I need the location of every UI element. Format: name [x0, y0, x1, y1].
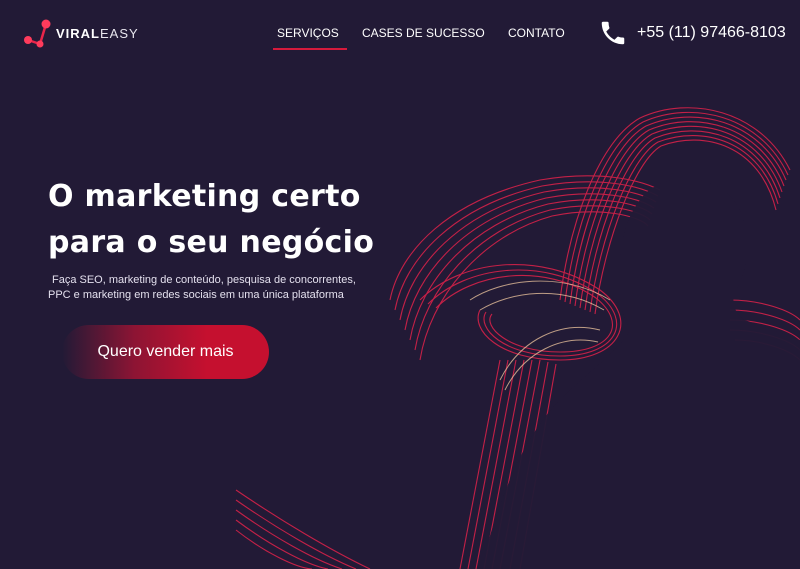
- nav-item-cases-de-sucesso[interactable]: CASES DE SUCESSO: [362, 26, 485, 40]
- nav-item-servicos[interactable]: SERVIÇOS: [273, 26, 347, 50]
- hero-subtitle: Faça SEO, marketing de conteúdo, pesquis…: [48, 273, 388, 303]
- phone-icon: [601, 21, 625, 45]
- silhouette-shape: [480, 178, 800, 569]
- hero-subtitle-line-1: Faça SEO, marketing de conteúdo, pesquis…: [52, 274, 356, 286]
- brand-logo[interactable]: VIRALEASY: [20, 16, 139, 50]
- hero-title-line-2: para o seu negócio: [48, 225, 375, 260]
- site-header: VIRALEASY SERVIÇOS CASES DE SUCESSO CONT…: [0, 0, 800, 66]
- brand-name-light: EASY: [100, 25, 139, 41]
- logo-molecule-icon: [24, 19, 51, 48]
- hero-title-line-1: O marketing certo: [48, 179, 361, 214]
- brand-name: VIRALEASY: [56, 26, 139, 41]
- cta-button[interactable]: Quero vender mais: [62, 325, 269, 379]
- phone-number: +55 (11) 97466-8103: [637, 24, 786, 41]
- brand-name-bold: VIRAL: [56, 25, 100, 41]
- nav-item-contato[interactable]: CONTATO: [508, 26, 565, 40]
- hero-title: O marketing certo para o seu negócio: [48, 174, 428, 266]
- phone-contact[interactable]: +55 (11) 97466-8103: [598, 18, 786, 48]
- hero-subtitle-line-2: PPC e marketing em redes sociais em uma …: [48, 289, 344, 301]
